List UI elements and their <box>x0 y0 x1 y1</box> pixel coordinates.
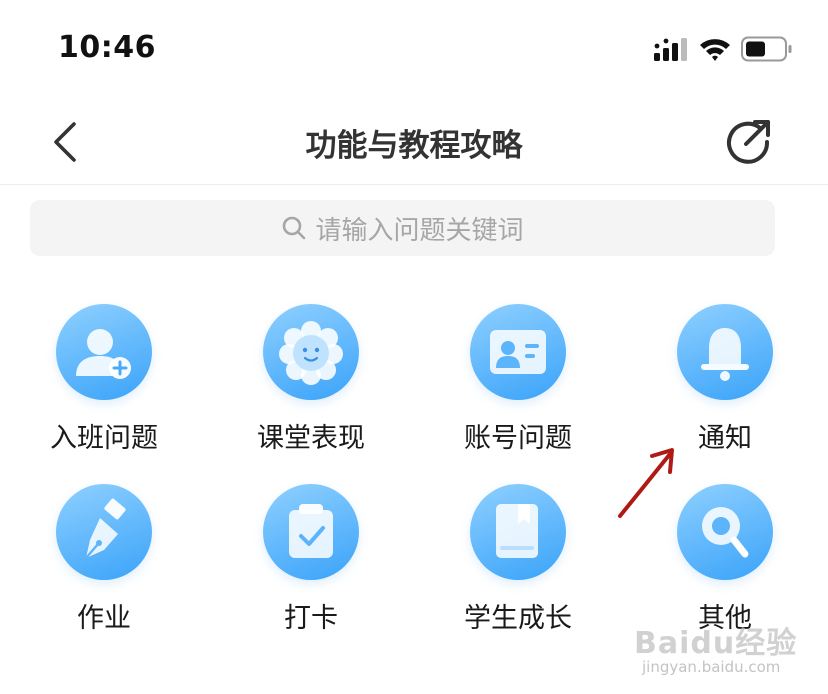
category-icon-badge <box>677 484 773 580</box>
category-account[interactable]: 账号问题 <box>418 300 618 470</box>
category-icon-badge <box>56 304 152 400</box>
flower-smile-icon <box>279 321 343 385</box>
category-icon-badge <box>677 304 773 400</box>
wifi-icon <box>700 39 730 61</box>
annotation-arrow <box>618 448 674 518</box>
pen-nib-icon <box>85 498 126 559</box>
category-label: 打卡 <box>284 603 338 634</box>
id-card-icon <box>490 330 546 374</box>
page-title: 功能与教程攻略 <box>305 128 523 164</box>
category-check-in[interactable]: 打卡 <box>211 480 411 650</box>
watermark: Baidu经验 jingyan.baidu.com <box>634 618 814 688</box>
category-icon-badge <box>56 484 152 580</box>
category-label: 课堂表现 <box>257 423 365 454</box>
nav-bar: 功能与教程攻略 <box>0 100 828 185</box>
search-icon <box>283 216 306 240</box>
status-time: 10:46 <box>58 30 156 65</box>
category-class-performance[interactable]: 课堂表现 <box>211 300 411 470</box>
category-icon-badge <box>470 304 566 400</box>
category-icon-badge <box>263 304 359 400</box>
magnifier-icon <box>702 507 749 558</box>
search-input[interactable]: 请输入问题关键词 <box>30 200 775 256</box>
category-label: 入班问题 <box>50 423 158 454</box>
category-label: 账号问题 <box>464 423 572 454</box>
category-icon-badge <box>470 484 566 580</box>
clipboard-check-icon <box>289 504 333 558</box>
category-icon-badge <box>263 484 359 580</box>
search-placeholder: 请输入问题关键词 <box>315 215 524 246</box>
watermark-url: jingyan.baidu.com <box>642 658 781 676</box>
share-out-icon <box>727 120 770 164</box>
battery-icon <box>741 36 792 62</box>
bell-icon <box>701 328 749 381</box>
user-add-icon <box>76 329 131 379</box>
category-join-class[interactable]: 入班问题 <box>4 300 204 470</box>
share-button[interactable] <box>724 118 774 166</box>
status-bar: 10:46 <box>0 0 828 100</box>
book-icon <box>496 504 538 558</box>
category-label: 学生成长 <box>464 603 572 634</box>
category-student-growth[interactable]: 学生成长 <box>418 480 618 650</box>
cellular-signal-icon <box>654 38 687 61</box>
category-label: 作业 <box>77 603 131 634</box>
category-homework[interactable]: 作业 <box>4 480 204 650</box>
watermark-brand: Baidu经验 <box>634 626 798 661</box>
